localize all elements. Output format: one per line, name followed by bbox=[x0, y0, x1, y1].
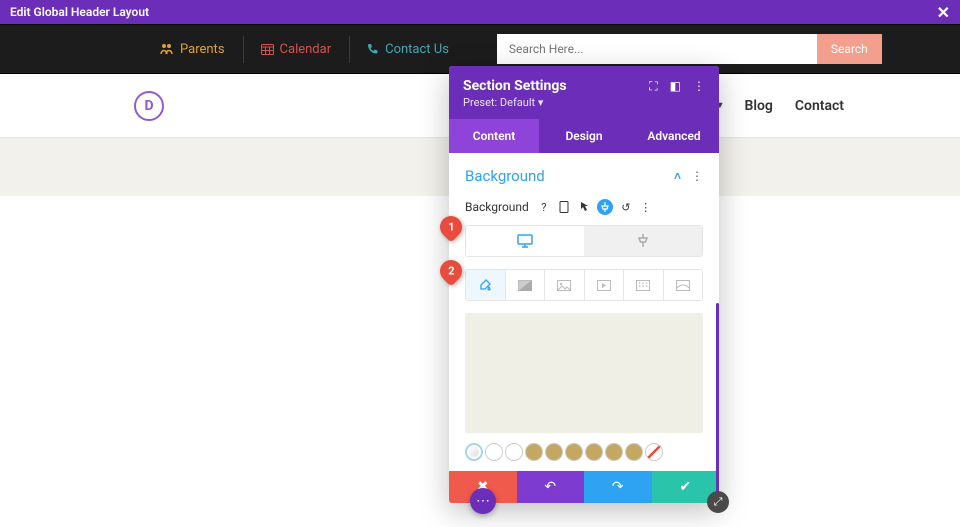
bg-type-color[interactable] bbox=[466, 270, 505, 300]
reset-icon[interactable]: ↺ bbox=[619, 200, 633, 214]
tablet-icon[interactable] bbox=[557, 200, 571, 214]
menu-item-contact[interactable]: Contact bbox=[795, 98, 844, 114]
editor-title: Edit Global Header Layout bbox=[10, 5, 149, 19]
color-swatch[interactable] bbox=[625, 443, 643, 461]
builder-fab-icon[interactable]: ⋯ bbox=[470, 488, 496, 514]
header-search: Search bbox=[497, 34, 882, 64]
site-logo[interactable]: D bbox=[134, 91, 164, 121]
color-swatch[interactable] bbox=[525, 443, 543, 461]
color-swatch[interactable] bbox=[585, 443, 603, 461]
close-editor-icon[interactable]: ✕ bbox=[937, 3, 950, 22]
color-swatch[interactable] bbox=[485, 443, 503, 461]
nav-links: Parents Calendar Contact Us bbox=[142, 42, 467, 57]
nav-contact-label: Contact Us bbox=[385, 42, 449, 57]
background-section-head[interactable]: Background ˄ ⋮ bbox=[465, 167, 703, 185]
color-swatch[interactable] bbox=[545, 443, 563, 461]
nav-calendar[interactable]: Calendar bbox=[243, 42, 350, 57]
menu-item-contact-label: Contact bbox=[795, 98, 844, 114]
redo-button[interactable]: ↷ bbox=[584, 471, 652, 503]
tab-content[interactable]: Content bbox=[449, 119, 539, 153]
color-swatch[interactable] bbox=[565, 443, 583, 461]
section-menu-icon[interactable]: ⋮ bbox=[691, 169, 703, 183]
background-option-row: Background ? ↺ ⋮ bbox=[465, 199, 703, 215]
calendar-icon bbox=[261, 43, 274, 55]
color-swatch[interactable] bbox=[605, 443, 623, 461]
sticky-state-icon[interactable] bbox=[597, 199, 613, 215]
responsive-tabs bbox=[465, 225, 703, 257]
panel-title: Section Settings bbox=[463, 78, 567, 94]
option-menu-icon[interactable]: ⋮ bbox=[639, 200, 653, 214]
editor-top-bar: Edit Global Header Layout ✕ bbox=[0, 0, 960, 24]
background-color-preview[interactable] bbox=[465, 313, 703, 433]
panel-header: Section Settings ⛶ ◧ ⋮ Preset: Default ▾ bbox=[449, 66, 719, 119]
nav-parents-label: Parents bbox=[180, 42, 225, 57]
background-option-label: Background bbox=[465, 200, 529, 214]
panel-preset[interactable]: Preset: Default ▾ bbox=[463, 96, 705, 109]
menu-item-blog-label: Blog bbox=[744, 98, 772, 114]
panel-preset-label: Preset: Default bbox=[463, 96, 535, 109]
tab-advanced[interactable]: Advanced bbox=[629, 119, 719, 153]
tab-design[interactable]: Design bbox=[539, 119, 629, 153]
panel-body: Background ˄ ⋮ Background ? ↺ ⋮ bbox=[449, 153, 719, 471]
color-swatch[interactable] bbox=[505, 443, 523, 461]
expand-icon[interactable]: ⛶ bbox=[649, 79, 657, 94]
section-settings-panel: Section Settings ⛶ ◧ ⋮ Preset: Default ▾… bbox=[449, 66, 719, 503]
background-section-title: Background bbox=[465, 167, 545, 185]
undo-button[interactable]: ↶ bbox=[517, 471, 585, 503]
parents-icon bbox=[160, 43, 174, 55]
panel-tabs: Content Design Advanced bbox=[449, 119, 719, 153]
bg-type-image[interactable] bbox=[544, 270, 584, 300]
bg-type-tabs bbox=[465, 269, 703, 301]
color-swatches bbox=[465, 443, 703, 461]
nav-calendar-label: Calendar bbox=[280, 42, 332, 57]
snap-icon[interactable]: ◧ bbox=[670, 79, 681, 94]
bg-type-video[interactable] bbox=[584, 270, 624, 300]
nav-parents[interactable]: Parents bbox=[142, 42, 243, 57]
panel-header-actions: ⛶ ◧ ⋮ bbox=[649, 79, 705, 94]
help-icon[interactable]: ? bbox=[537, 200, 551, 214]
scroll-indicator[interactable] bbox=[716, 303, 719, 513]
search-button[interactable]: Search bbox=[817, 34, 882, 64]
menu-item-blog[interactable]: Blog bbox=[744, 98, 772, 114]
bg-type-pattern[interactable] bbox=[623, 270, 663, 300]
panel-menu-icon[interactable]: ⋮ bbox=[693, 79, 705, 94]
color-swatch-none[interactable] bbox=[645, 443, 663, 461]
search-input[interactable] bbox=[497, 34, 817, 64]
phone-icon bbox=[367, 43, 379, 55]
collapse-icon[interactable]: ˄ bbox=[674, 169, 681, 183]
bg-type-mask[interactable] bbox=[663, 270, 703, 300]
bg-type-gradient[interactable] bbox=[505, 270, 545, 300]
sticky-tab[interactable] bbox=[584, 226, 702, 256]
color-picker-swatch[interactable] bbox=[465, 443, 483, 461]
resize-handle-icon[interactable]: ⤢ bbox=[707, 491, 729, 513]
hover-icon[interactable] bbox=[577, 200, 591, 214]
nav-contact[interactable]: Contact Us bbox=[349, 42, 467, 57]
desktop-tab[interactable] bbox=[466, 226, 584, 256]
